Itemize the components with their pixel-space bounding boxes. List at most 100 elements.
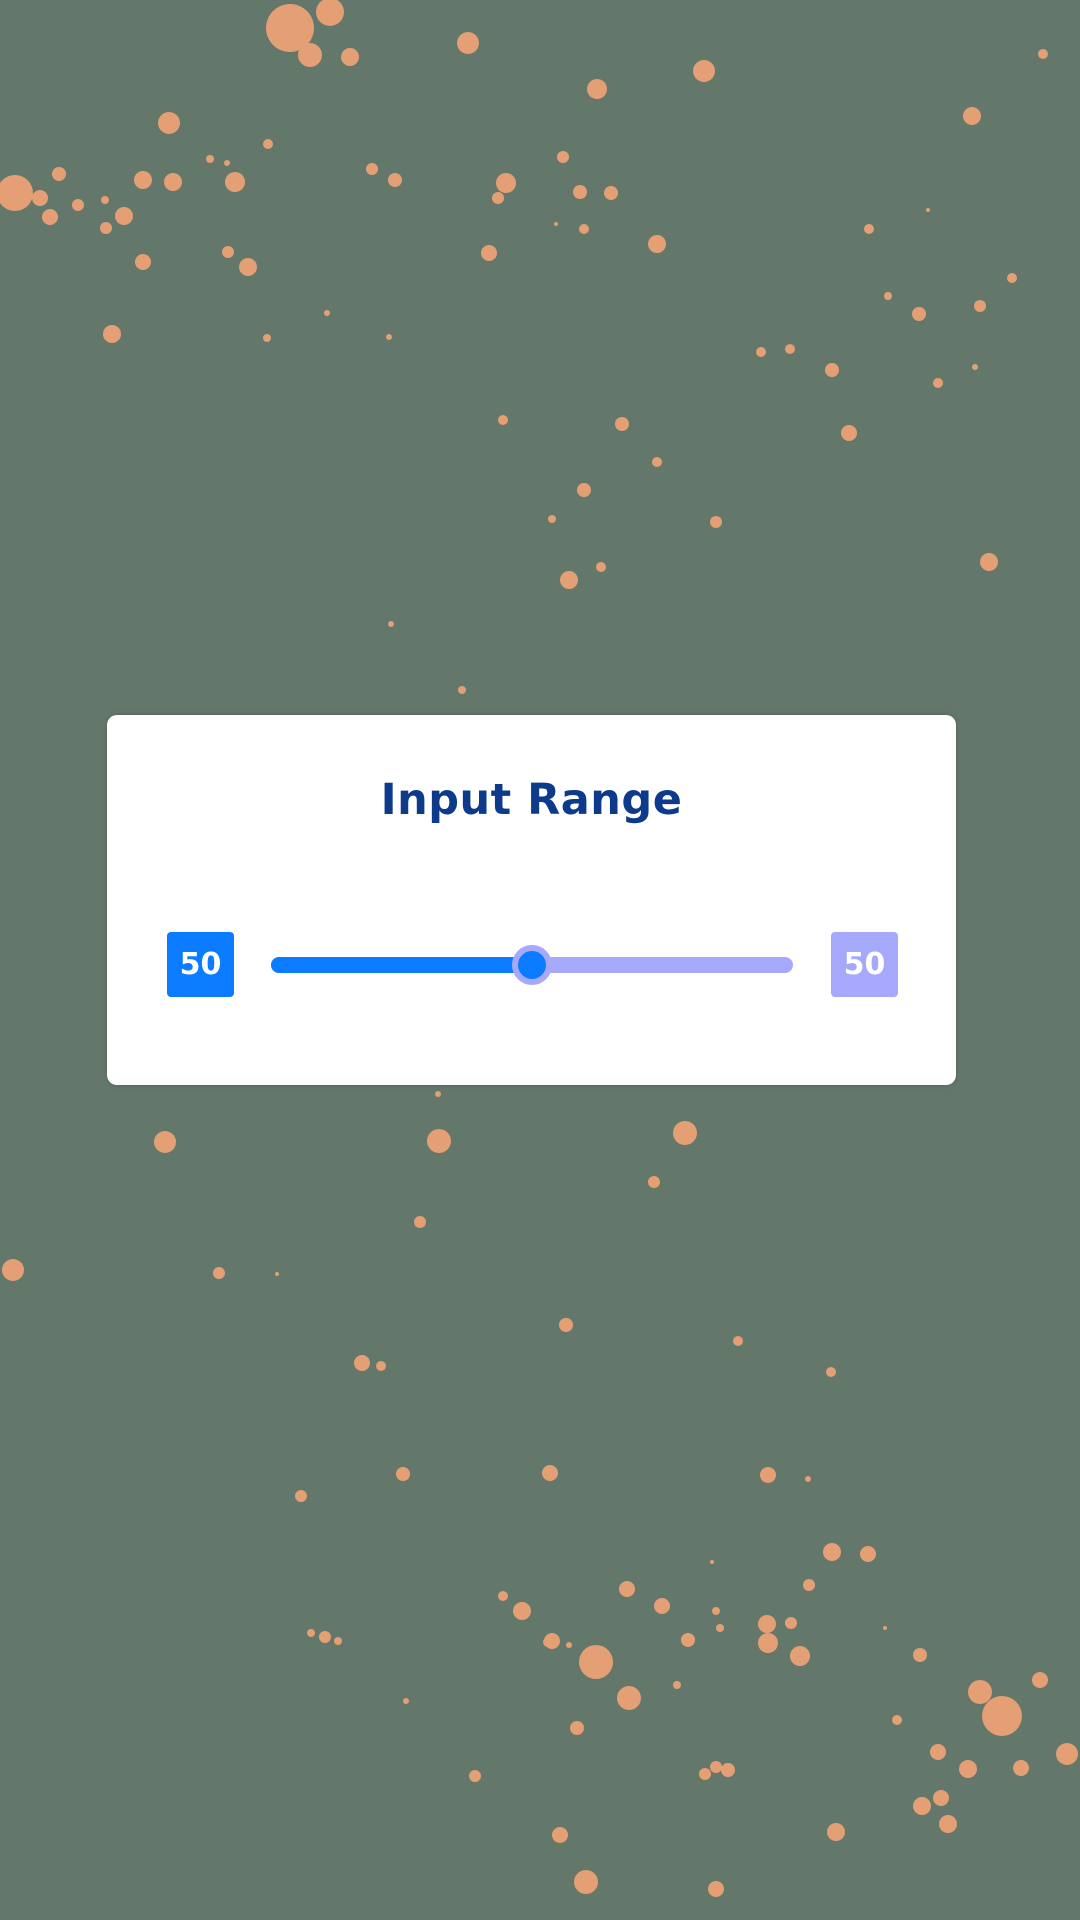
paint-splatter-dot — [72, 199, 84, 211]
paint-splatter-dot — [805, 1476, 811, 1482]
paint-splatter-dot — [790, 1646, 810, 1666]
paint-splatter-dot — [435, 1091, 441, 1097]
paint-splatter-dot — [596, 562, 606, 572]
paint-splatter-dot — [974, 300, 986, 312]
paint-splatter-dot — [721, 1763, 735, 1777]
paint-splatter-dot — [239, 258, 257, 276]
paint-splatter-dot — [968, 1680, 992, 1704]
paint-splatter-dot — [225, 172, 245, 192]
paint-splatter-dot — [559, 1318, 573, 1332]
paint-splatter-dot — [403, 1698, 409, 1704]
paint-splatter-dot — [414, 1216, 426, 1228]
paint-splatter-dot — [388, 621, 394, 627]
paint-splatter-dot — [543, 1637, 553, 1647]
paint-splatter-dot — [457, 32, 479, 54]
paint-splatter-dot — [648, 235, 666, 253]
paint-splatter-dot — [710, 1761, 722, 1773]
paint-splatter-dot — [222, 246, 234, 258]
paint-splatter-dot — [158, 112, 180, 134]
paint-splatter-dot — [712, 1607, 720, 1615]
paint-splatter-dot — [1038, 49, 1048, 59]
paint-splatter-dot — [366, 163, 378, 175]
paint-splatter-dot — [912, 307, 926, 321]
paint-splatter-dot — [134, 171, 152, 189]
paint-splatter-dot — [42, 209, 58, 225]
paint-splatter-dot — [566, 1642, 572, 1648]
paint-splatter-dot — [980, 553, 998, 571]
paint-splatter-dot — [892, 1715, 902, 1725]
paint-splatter-dot — [1056, 1743, 1078, 1765]
paint-splatter-dot — [577, 483, 591, 497]
paint-splatter-dot — [761, 1618, 773, 1630]
paint-splatter-dot — [827, 1823, 845, 1841]
paint-splatter-dot — [648, 1176, 660, 1188]
paint-splatter-dot — [1007, 273, 1017, 283]
paint-splatter-dot — [756, 347, 766, 357]
paint-splatter-dot — [101, 196, 109, 204]
paint-splatter-dot — [733, 1336, 743, 1346]
paint-splatter-dot — [427, 1129, 451, 1153]
paint-splatter-dot — [574, 1870, 598, 1894]
paint-splatter-dot — [673, 1121, 697, 1145]
paint-splatter-dot — [615, 417, 629, 431]
paint-splatter-dot — [579, 1645, 613, 1679]
paint-splatter-dot — [103, 325, 121, 343]
paint-splatter-dot — [0, 175, 33, 211]
paint-splatter-dot — [716, 1624, 724, 1632]
paint-splatter-dot — [557, 151, 569, 163]
range-thumb[interactable] — [512, 945, 552, 985]
paint-splatter-dot — [388, 173, 402, 187]
paint-splatter-dot — [823, 1543, 841, 1561]
paint-splatter-dot — [354, 1355, 370, 1371]
paint-splatter-dot — [334, 1637, 342, 1645]
paint-splatter-dot — [376, 1361, 386, 1371]
paint-splatter-dot — [100, 222, 112, 234]
paint-splatter-dot — [864, 224, 874, 234]
paint-splatter-dot — [224, 160, 230, 166]
paint-splatter-dot — [926, 208, 930, 212]
paint-splatter-dot — [758, 1633, 778, 1653]
paint-splatter-dot — [982, 1696, 1022, 1736]
paint-splatter-dot — [2, 1259, 24, 1281]
paint-splatter-dot — [654, 1598, 670, 1614]
paint-splatter-dot — [552, 1827, 568, 1843]
paint-splatter-dot — [481, 245, 497, 261]
paint-splatter-dot — [554, 222, 558, 226]
paint-splatter-dot — [825, 363, 839, 377]
paint-splatter-dot — [324, 310, 330, 316]
paint-splatter-dot — [115, 207, 133, 225]
paint-splatter-dot — [579, 224, 589, 234]
paint-splatter-dot — [933, 1790, 949, 1806]
paint-splatter-dot — [164, 173, 182, 191]
paint-splatter-dot — [513, 1602, 531, 1620]
mirrored-value-badge: 50 — [831, 932, 898, 997]
paint-splatter-dot — [298, 43, 322, 67]
paint-splatter-dot — [693, 60, 715, 82]
paint-splatter-dot — [619, 1581, 635, 1597]
paint-splatter-dot — [135, 254, 151, 270]
paint-splatter-dot — [295, 1490, 307, 1502]
paint-splatter-dot — [913, 1797, 931, 1815]
paint-splatter-dot — [884, 292, 892, 300]
paint-splatter-dot — [573, 185, 587, 199]
paint-splatter-dot — [972, 364, 978, 370]
paint-splatter-dot — [275, 1272, 279, 1276]
paint-splatter-dot — [860, 1546, 876, 1562]
range-slider[interactable] — [271, 945, 793, 985]
paint-splatter-dot — [841, 425, 857, 441]
paint-splatter-dot — [785, 344, 795, 354]
paint-splatter-dot — [760, 1467, 776, 1483]
paint-splatter-dot — [548, 515, 556, 523]
paint-splatter-dot — [710, 1560, 714, 1564]
input-range-card: Input Range 50 50 — [107, 715, 956, 1085]
paint-splatter-dot — [263, 334, 271, 342]
paint-splatter-dot — [396, 1467, 410, 1481]
paint-splatter-dot — [587, 79, 607, 99]
paint-splatter-dot — [386, 334, 392, 340]
paint-splatter-dot — [673, 1681, 681, 1689]
paint-splatter-dot — [959, 1760, 977, 1778]
paint-splatter-dot — [708, 1881, 724, 1897]
paint-splatter-dot — [52, 167, 66, 181]
paint-splatter-dot — [32, 190, 48, 206]
paint-splatter-dot — [319, 1631, 331, 1643]
